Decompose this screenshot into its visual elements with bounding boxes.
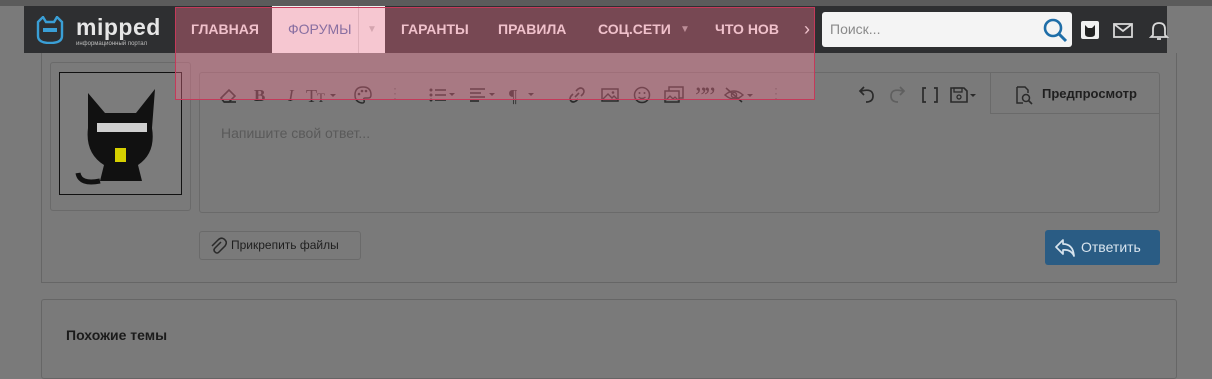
attach-files-label: Прикрепить файлы	[231, 238, 339, 252]
avatar[interactable]	[59, 72, 182, 195]
svg-text:T: T	[317, 90, 325, 105]
nav-whats-new[interactable]: ЧТО НОВ	[699, 6, 795, 53]
svg-text:¶: ¶	[509, 86, 517, 105]
logo-tagline: информационный портал	[76, 41, 148, 47]
font-size-icon[interactable]: T T	[306, 85, 338, 105]
nav-rules[interactable]: ПРАВИЛА	[482, 6, 582, 53]
reply-button[interactable]: Ответить	[1045, 230, 1160, 265]
image-icon[interactable]	[600, 85, 620, 105]
palette-icon[interactable]	[353, 85, 373, 105]
italic-icon[interactable]: I	[282, 85, 302, 105]
site-header: mipped информационный портал ГЛАВНАЯ ФОР…	[24, 6, 1170, 53]
nav-forums[interactable]: ФОРУМЫ	[272, 6, 359, 53]
search-box[interactable]: Поиск...	[822, 12, 1072, 47]
link-icon[interactable]	[567, 85, 587, 105]
message-editor[interactable]: B I T T ⋮ ¶ ” ” ⋮ Предпросмотр Напишите …	[199, 72, 1160, 213]
paragraph-icon[interactable]: ¶	[508, 85, 538, 105]
align-icon[interactable]	[468, 85, 498, 105]
logo-text: mipped	[76, 14, 161, 40]
eraser-icon[interactable]	[218, 85, 238, 105]
preview-icon	[1016, 86, 1033, 105]
spoiler-icon[interactable]	[723, 85, 757, 105]
svg-text:B: B	[254, 86, 265, 105]
preview-label: Предпросмотр	[1042, 86, 1137, 101]
more-icon[interactable]: ⋮	[388, 85, 402, 102]
search-placeholder[interactable]: Поиск...	[830, 12, 880, 47]
bbcode-icon[interactable]	[920, 85, 940, 105]
save-draft-icon[interactable]	[949, 85, 979, 105]
more-icon[interactable]: ⋮	[769, 85, 783, 102]
similar-topics-block: Похожие темы	[41, 299, 1177, 379]
social-dropdown-chevron-icon[interactable]: ▼	[672, 6, 698, 53]
svg-text:T: T	[306, 86, 317, 105]
nav-home[interactable]: ГЛАВНАЯ	[175, 6, 275, 53]
redo-icon[interactable]	[888, 85, 908, 105]
media-icon[interactable]	[663, 85, 685, 105]
bell-icon[interactable]	[1148, 19, 1170, 41]
svg-text:I: I	[287, 86, 295, 105]
bold-icon[interactable]: B	[250, 85, 270, 105]
quote-icon[interactable]: ” ”	[695, 85, 717, 105]
undo-icon[interactable]	[856, 85, 876, 105]
nav-guarantors[interactable]: ГАРАНТЫ	[385, 6, 485, 53]
reply-label: Ответить	[1081, 239, 1141, 255]
similar-topics-title: Похожие темы	[66, 327, 168, 343]
svg-text:”: ”	[704, 85, 716, 105]
preview-button[interactable]: Предпросмотр	[990, 73, 1159, 114]
user-avatar-icon[interactable]	[1079, 19, 1101, 41]
cat-logo-icon	[36, 16, 64, 44]
smiley-icon[interactable]	[632, 85, 652, 105]
reply-textarea-placeholder[interactable]: Напишите свой ответ...	[221, 125, 370, 141]
paperclip-icon	[211, 237, 227, 254]
list-icon[interactable]	[428, 85, 458, 105]
reply-arrow-icon	[1055, 239, 1075, 257]
forums-dropdown-chevron-icon[interactable]: ▼	[358, 6, 385, 53]
site-logo[interactable]: mipped информационный портал	[34, 14, 174, 48]
attach-files-button[interactable]: Прикрепить файлы	[199, 231, 361, 260]
search-icon[interactable]	[1042, 17, 1068, 43]
mail-icon[interactable]	[1112, 19, 1134, 41]
cat-avatar-image	[60, 73, 181, 194]
editor-toolbar: B I T T ⋮ ¶ ” ” ⋮ Предпросмотр	[200, 73, 1159, 114]
nav-scroll-right-icon[interactable]: ›	[794, 6, 820, 53]
